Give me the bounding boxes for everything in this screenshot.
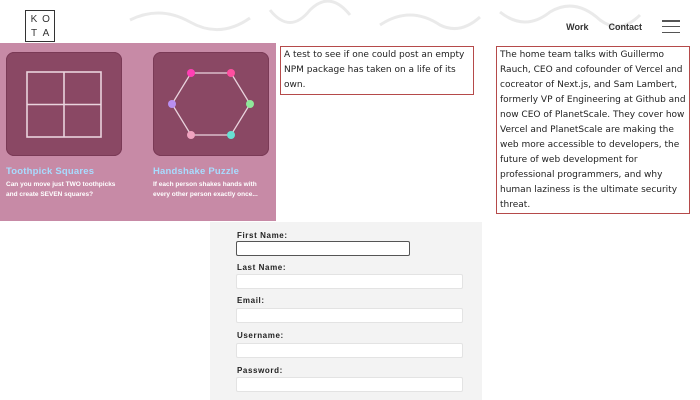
signup-form: First Name: Last Name: Email: Username: … [210,222,482,400]
card-image [153,52,269,156]
toothpick-grid-icon [26,71,102,138]
article-blurb-npm[interactable]: A test to see if one could post an empty… [280,46,474,95]
password-input[interactable] [236,377,463,392]
logo-letter: T [30,27,38,39]
nav-contact-link[interactable]: Contact [609,22,643,32]
card-title: Handshake Puzzle [153,166,240,177]
last-name-input[interactable] [236,274,463,289]
handshake-hexagon-icon [168,69,254,139]
puzzle-card-handshake[interactable]: Handshake Puzzle If each person shakes h… [153,52,269,200]
puzzle-panel: Toothpick Squares Can you move just TWO … [0,43,276,221]
puzzle-card-toothpick[interactable]: Toothpick Squares Can you move just TWO … [6,52,122,200]
logo-letter: O [42,13,50,25]
username-label: Username: [237,331,284,340]
card-description: If each person shakes hands with every o… [153,181,258,198]
article-blurb-podcast[interactable]: The home team talks with Guillermo Rauch… [496,46,690,214]
hamburger-icon[interactable] [662,20,680,33]
first-name-input[interactable] [236,241,410,256]
card-image [6,52,122,156]
email-input[interactable] [236,308,463,323]
username-input[interactable] [236,343,463,358]
logo-letter: K [30,13,38,25]
top-nav: Work Contact [566,20,680,33]
last-name-label: Last Name: [237,263,287,272]
kota-logo[interactable]: K O T A [25,10,55,42]
logo-letter: A [42,27,50,39]
email-label: Email: [237,296,265,305]
card-title: Toothpick Squares [6,166,95,177]
password-label: Password: [237,366,283,375]
card-description: Can you move just TWO toothpicks and cre… [6,181,116,198]
nav-work-link[interactable]: Work [566,22,588,32]
first-name-label: First Name: [237,231,288,240]
